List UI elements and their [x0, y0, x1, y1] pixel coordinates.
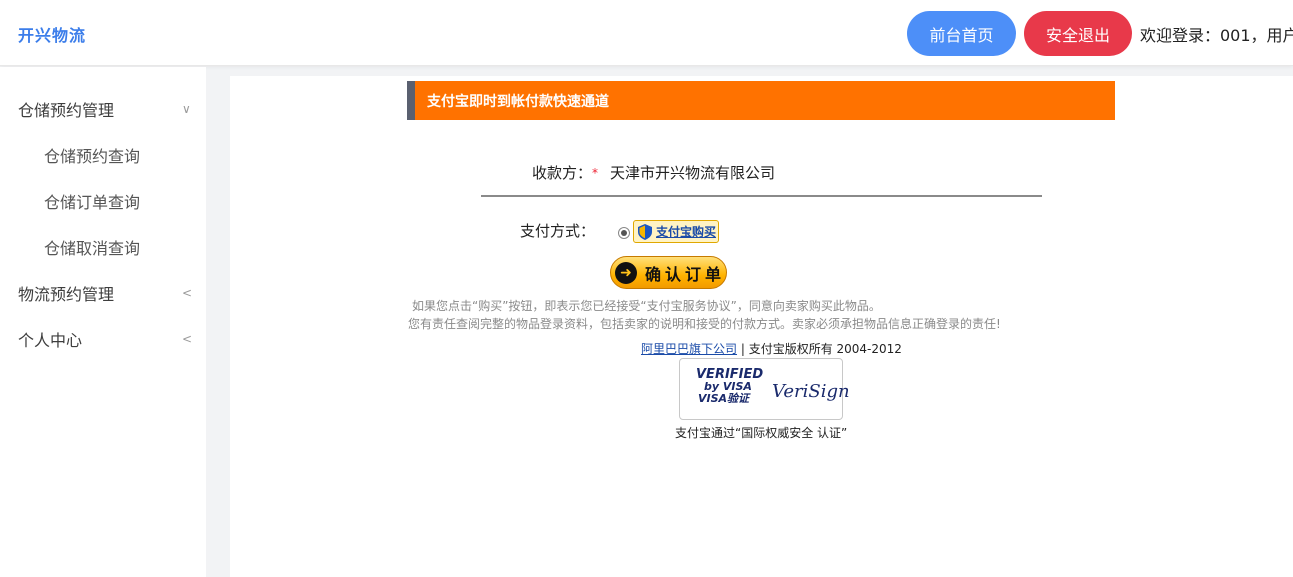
- payee-value: 天津市开兴物流有限公司: [610, 164, 776, 182]
- alibaba-link[interactable]: 阿里巴巴旗下公司: [641, 342, 737, 356]
- top-header: 开兴物流 前台首页 安全退出 欢迎登录：001，用户: [0, 0, 1293, 66]
- visa-line: VISA验证: [698, 392, 750, 405]
- copyright-text: | 支付宝版权所有 2004-2012: [737, 342, 902, 356]
- verified-by-visa-logo: VERIFIED by VISA VISA验证: [696, 368, 763, 405]
- sidebar-item-storage-cancel-query[interactable]: 仓储取消查询: [0, 227, 206, 267]
- copyright: 阿里巴巴旗下公司 | 支付宝版权所有 2004-2012: [641, 340, 902, 357]
- sidebar-item-storage-order-query[interactable]: 仓储订单查询: [0, 181, 206, 221]
- sidebar-item-label: 物流预约管理: [18, 285, 115, 304]
- purchase-notice: 如果您点击“购买”按钮，即表示您已经接受“支付宝服务协议”，同意向卖家购买此物品…: [408, 297, 1001, 333]
- sidebar-item-personal-center[interactable]: 个人中心 <: [0, 319, 206, 359]
- security-cert-badge: VERIFIED by VISA VISA验证 VeriSign: [679, 358, 850, 420]
- sidebar-item-label: 个人中心: [18, 331, 83, 350]
- chevron-down-icon: ∨: [182, 102, 191, 116]
- alipay-purchase-button[interactable]: 支付宝购买: [633, 220, 719, 243]
- cert-caption: 支付宝通过“国际权威安全 认证”: [675, 426, 848, 440]
- sidebar-item-label: 仓储预约管理: [18, 101, 115, 120]
- alipay-purchase-label: 支付宝购买: [656, 225, 717, 239]
- logout-button[interactable]: 安全退出: [1024, 11, 1132, 56]
- sidebar-item-label: 仓储订单查询: [44, 193, 141, 212]
- sidebar-item-label: 仓储预约查询: [44, 147, 141, 166]
- sidebar-item-logistics-reservation[interactable]: 物流预约管理 <: [0, 273, 206, 313]
- alipay-radio[interactable]: [618, 227, 630, 239]
- arrow-right-icon: ➜: [615, 261, 637, 284]
- verisign-logo: VeriSign: [772, 381, 850, 402]
- payee-label: 收款方：: [532, 164, 593, 182]
- chevron-left-icon: <: [182, 332, 193, 346]
- sidebar-item-storage-reservation-query[interactable]: 仓储预约查询: [0, 135, 206, 175]
- shield-icon: [638, 223, 652, 240]
- divider: [481, 195, 1042, 197]
- payment-channel-banner: 支付宝即时到帐付款快速通道: [407, 81, 1115, 120]
- required-mark: *: [592, 166, 598, 180]
- home-button[interactable]: 前台首页: [907, 11, 1016, 56]
- main-content: 支付宝即时到帐付款快速通道 收款方： * 天津市开兴物流有限公司 支付方式： 支…: [230, 76, 1293, 577]
- confirm-order-label: 确认订单: [645, 264, 726, 284]
- payment-method-label: 支付方式：: [520, 222, 596, 240]
- notice-line: 您有责任查阅完整的物品登录资料，包括卖家的说明和接受的付款方式。卖家必须承担物品…: [408, 317, 1001, 331]
- confirm-order-button[interactable]: ➜ 确认订单: [610, 256, 727, 289]
- chevron-left-icon: <: [182, 286, 193, 300]
- sidebar-item-label: 仓储取消查询: [44, 239, 141, 258]
- brand-logo[interactable]: 开兴物流: [18, 22, 86, 46]
- welcome-text: 欢迎登录：001，用户: [1140, 26, 1293, 45]
- sidebar-item-storage-reservation[interactable]: 仓储预约管理 ∨: [0, 89, 206, 129]
- notice-line: 如果您点击“购买”按钮，即表示您已经接受“支付宝服务协议”，同意向卖家购买此物品…: [412, 299, 881, 313]
- sidebar: 仓储预约管理 ∨ 仓储预约查询 仓储订单查询 仓储取消查询 物流预约管理 < 个…: [0, 67, 206, 577]
